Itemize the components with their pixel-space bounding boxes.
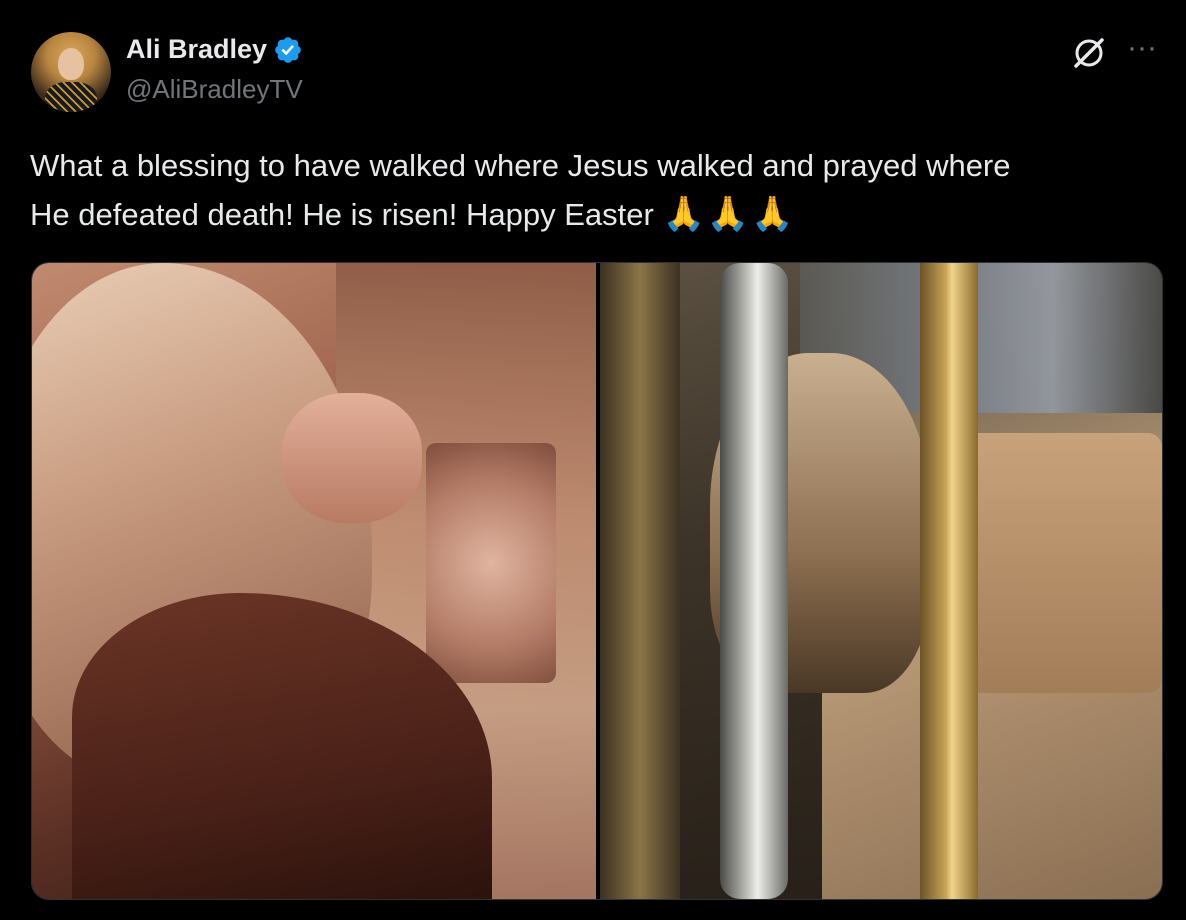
verified-badge-icon [275,36,301,63]
tweet-media-grid [31,262,1163,900]
avatar-body [45,82,97,112]
tweet-text-line-1: What a blessing to have walked where Jes… [30,148,1011,183]
tweet-text: What a blessing to have walked where Jes… [30,142,1160,239]
photo2-brass-pole [920,263,978,899]
tweet-text-line-2: He defeated death! He is risen! Happy Ea… [30,190,1160,239]
photo2-silver-candlestick [720,263,788,899]
author-avatar[interactable] [31,32,111,112]
photo1-praying-hands [282,393,422,523]
praying-hands-emoji: 🙏🙏🙏 [662,194,796,234]
author-handle[interactable]: @AliBradleyTV [126,74,303,105]
media-photo-1[interactable] [32,263,596,899]
photo2-stone-slab [962,433,1162,693]
photo2-left-column [600,263,680,899]
avatar-face [58,48,84,80]
author-display-name[interactable]: Ali Bradley [126,34,267,65]
more-options-icon[interactable]: ··· [1122,33,1162,70]
author-name-row: Ali Bradley [126,34,303,65]
grok-icon[interactable] [1070,34,1108,72]
photo1-icon-panel [426,443,556,683]
media-photo-2[interactable] [600,263,1162,899]
tweet-text-line-2-text: He defeated death! He is risen! Happy Ea… [30,197,654,232]
